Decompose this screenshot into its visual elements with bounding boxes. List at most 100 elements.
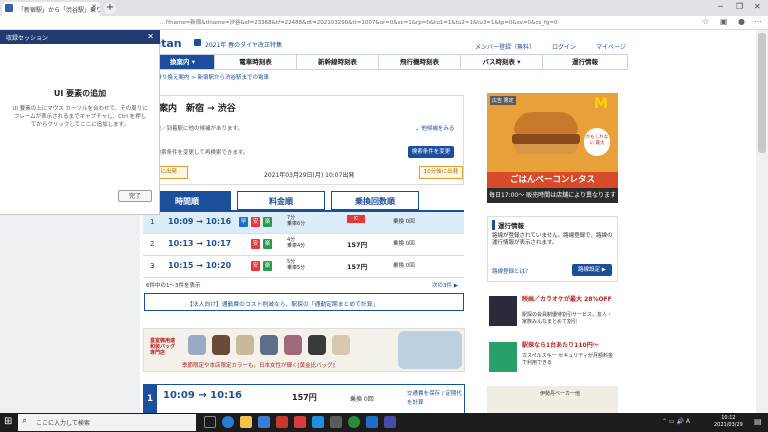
nav-shinkansen[interactable]: 新幹線時刻表: [297, 55, 379, 69]
bag-image: [284, 335, 302, 355]
easy-badge: 楽: [263, 217, 272, 227]
burger-image: [514, 144, 578, 154]
bag-image: [332, 335, 350, 355]
ic-fare-badge[interactable]: IC: [347, 215, 365, 223]
breadcrumb[interactable]: > 乗り換え案内 > 新宿駅から渋谷駅までの電車: [150, 73, 269, 81]
bag-image: [188, 335, 206, 355]
star-icon[interactable]: ☆: [702, 17, 709, 26]
chrome-icon[interactable]: [348, 416, 360, 428]
promo-link[interactable]: 2021年 春のダイヤ改正特集: [205, 40, 282, 49]
side-ad-title: 駅探なら1台あたり110円〜: [522, 342, 599, 349]
row-transfers: 乗換 0回: [393, 219, 415, 225]
system-tray[interactable]: ⌃ ▭ 🔊 A: [662, 418, 690, 425]
megaphone-icon: [194, 39, 201, 46]
result-count: 6件中の1〜3件を表示: [146, 283, 201, 289]
panel-description: UI 要素の上にマウス カーソルを合わせて、その周りにフレームが表示されるまでキ…: [12, 106, 148, 128]
page-title: 換案内 新宿 → 渋谷: [150, 104, 236, 114]
register-link[interactable]: メンバー登録（無料）: [475, 42, 535, 51]
close-window-icon[interactable]: ✕: [754, 2, 761, 11]
save-fare-link[interactable]: 交通費を保存 / 定期代を計算: [407, 390, 463, 408]
ad-time: 毎日17:00〜 販売時間は店舗により異なります: [487, 188, 618, 203]
detail-number: 1: [143, 384, 157, 414]
notification-icon[interactable]: ▤: [754, 417, 762, 426]
nav-transit[interactable]: 換案内 ▾: [151, 55, 215, 69]
row-number: 3: [150, 262, 155, 270]
detail-transfers: 乗換 0回: [350, 396, 374, 403]
detail-time: 10:09 → 10:16: [163, 390, 243, 401]
mypage-link[interactable]: マイページ: [596, 42, 626, 51]
departure-time: 2021年03月29日(月) 10:07出発: [264, 172, 355, 179]
row-fare: 157円: [347, 263, 368, 271]
brand-logo: M: [594, 96, 608, 112]
edge-icon[interactable]: [222, 416, 234, 428]
explorer-icon[interactable]: [240, 416, 252, 428]
change-conditions-button[interactable]: 検索条件を変更: [408, 146, 454, 158]
app-icon[interactable]: [366, 416, 378, 428]
result-row[interactable]: 2 10:13 → 10:17 安 楽 4分 乗車4分 157円 乗換 0回: [143, 234, 464, 256]
app-icon[interactable]: [384, 416, 396, 428]
corporate-banner[interactable]: 【法人向け】通勤費のコスト削減なら、駅探の「通勤定期まとめて計算」: [144, 293, 464, 311]
tab-transfers[interactable]: 乗換回数順: [331, 191, 419, 210]
row-time[interactable]: 10:13 → 10:17: [168, 239, 231, 248]
windows-start-icon[interactable]: ⊞: [4, 416, 12, 427]
recording-panel: 収録セッション ✕ UI 要素の追加 UI 要素の上にマウス カーソルを合わせて…: [0, 30, 160, 215]
scrollbar-thumb[interactable]: [758, 33, 766, 153]
store-icon[interactable]: [258, 416, 270, 428]
row-number: 1: [150, 218, 155, 226]
service-info-text: 路線が登録されていません。路線登録で、路線の運行情報が表示されます。: [492, 233, 613, 246]
ad-label: 広告 限定: [490, 96, 516, 105]
taskbar-clock[interactable]: 10:12 2021/03/29: [714, 415, 743, 429]
other-candidates-link[interactable]: ⌄ 他候補をみる: [415, 124, 454, 132]
nav-service-info[interactable]: 運行情報: [543, 55, 627, 69]
login-link[interactable]: ログイン: [552, 42, 576, 51]
maximize-icon[interactable]: ❐: [736, 2, 743, 11]
nav-flight[interactable]: 飛行機時刻表: [379, 55, 461, 69]
row-number: 2: [150, 240, 155, 248]
line-setting-button[interactable]: 路線設定 ▶: [572, 264, 612, 276]
ad-title: ごはんベーコンレタス: [487, 172, 618, 188]
powerpoint-icon[interactable]: [276, 416, 288, 428]
row-duration: 4分 乗車4分: [287, 237, 306, 249]
security-image: [489, 342, 517, 372]
bag-image: [212, 335, 230, 355]
cheap-badge: 安: [251, 261, 260, 271]
row-time[interactable]: 10:09 → 10:16: [168, 217, 231, 226]
browser-tab[interactable]: 「新宿駅」から「渋谷駅」乗り換え案内: [2, 2, 100, 16]
app-icon[interactable]: [330, 416, 342, 428]
collections-icon[interactable]: ▣: [720, 17, 728, 26]
side-ad-text: 駅探の会員制優待割引サービス。友人・家族みんなまとめて割引: [522, 312, 613, 325]
row-transfers: 乗換 0回: [393, 241, 415, 247]
line-registration-link[interactable]: 路線登録とは？: [492, 267, 531, 275]
route-note: 出発／到着駅に他の候補があります。: [150, 126, 243, 132]
bag-ad-text: 季節限定や本店限定カラーも。日本女性が輝く[黄金比バッグ]: [182, 363, 335, 369]
bag-ad-shop: 皇室御用達 和装バッグ専門店: [150, 338, 176, 356]
new-tab-icon[interactable]: +: [104, 2, 116, 14]
later-button[interactable]: 10分後に出発: [419, 166, 463, 179]
url-text[interactable]: ...?fname=新宿&tlname=渋谷&sf=23368&tf=22488…: [160, 18, 558, 26]
detail-fare: 157円: [292, 393, 317, 402]
bottom-ad-text: 伊勢丹ベーカー他: [540, 391, 581, 397]
burger-image: [514, 112, 578, 134]
tab-fare[interactable]: 料金順: [237, 191, 325, 210]
nav-train-timetable[interactable]: 電車時刻表: [215, 55, 297, 69]
panel-heading: UI 要素の追加: [53, 89, 107, 98]
tab-close-icon[interactable]: ✕: [91, 3, 97, 11]
done-button[interactable]: 完了: [118, 190, 152, 202]
profile-icon[interactable]: ●: [738, 17, 745, 26]
acrobat-icon[interactable]: [294, 416, 306, 428]
result-row[interactable]: 3 10:15 → 10:20 安 楽 5分 乗車5分 157円 乗換 0回: [143, 256, 464, 278]
next-page-link[interactable]: 次の3件 ▶: [432, 281, 458, 289]
minimize-icon[interactable]: ─: [718, 2, 723, 11]
nav-bus[interactable]: バス時刻表 ▾: [461, 55, 543, 69]
bag-image: [398, 331, 462, 369]
task-view-icon[interactable]: [204, 416, 216, 428]
menu-icon[interactable]: ⋯: [754, 17, 762, 26]
row-transfers: 乗換 0回: [393, 263, 415, 269]
close-icon[interactable]: ✕: [147, 32, 154, 41]
taskbar-search[interactable]: ここに入力して検索: [18, 414, 196, 431]
service-info-heading: 運行情報: [492, 220, 524, 230]
row-time[interactable]: 10:15 → 10:20: [168, 261, 231, 270]
app-icon[interactable]: [312, 416, 324, 428]
result-row[interactable]: 1 10:09 → 10:16 早 安 楽 7分 乗車6分 IC 乗換 0回: [143, 212, 464, 234]
cheap-badge: 安: [251, 239, 260, 249]
